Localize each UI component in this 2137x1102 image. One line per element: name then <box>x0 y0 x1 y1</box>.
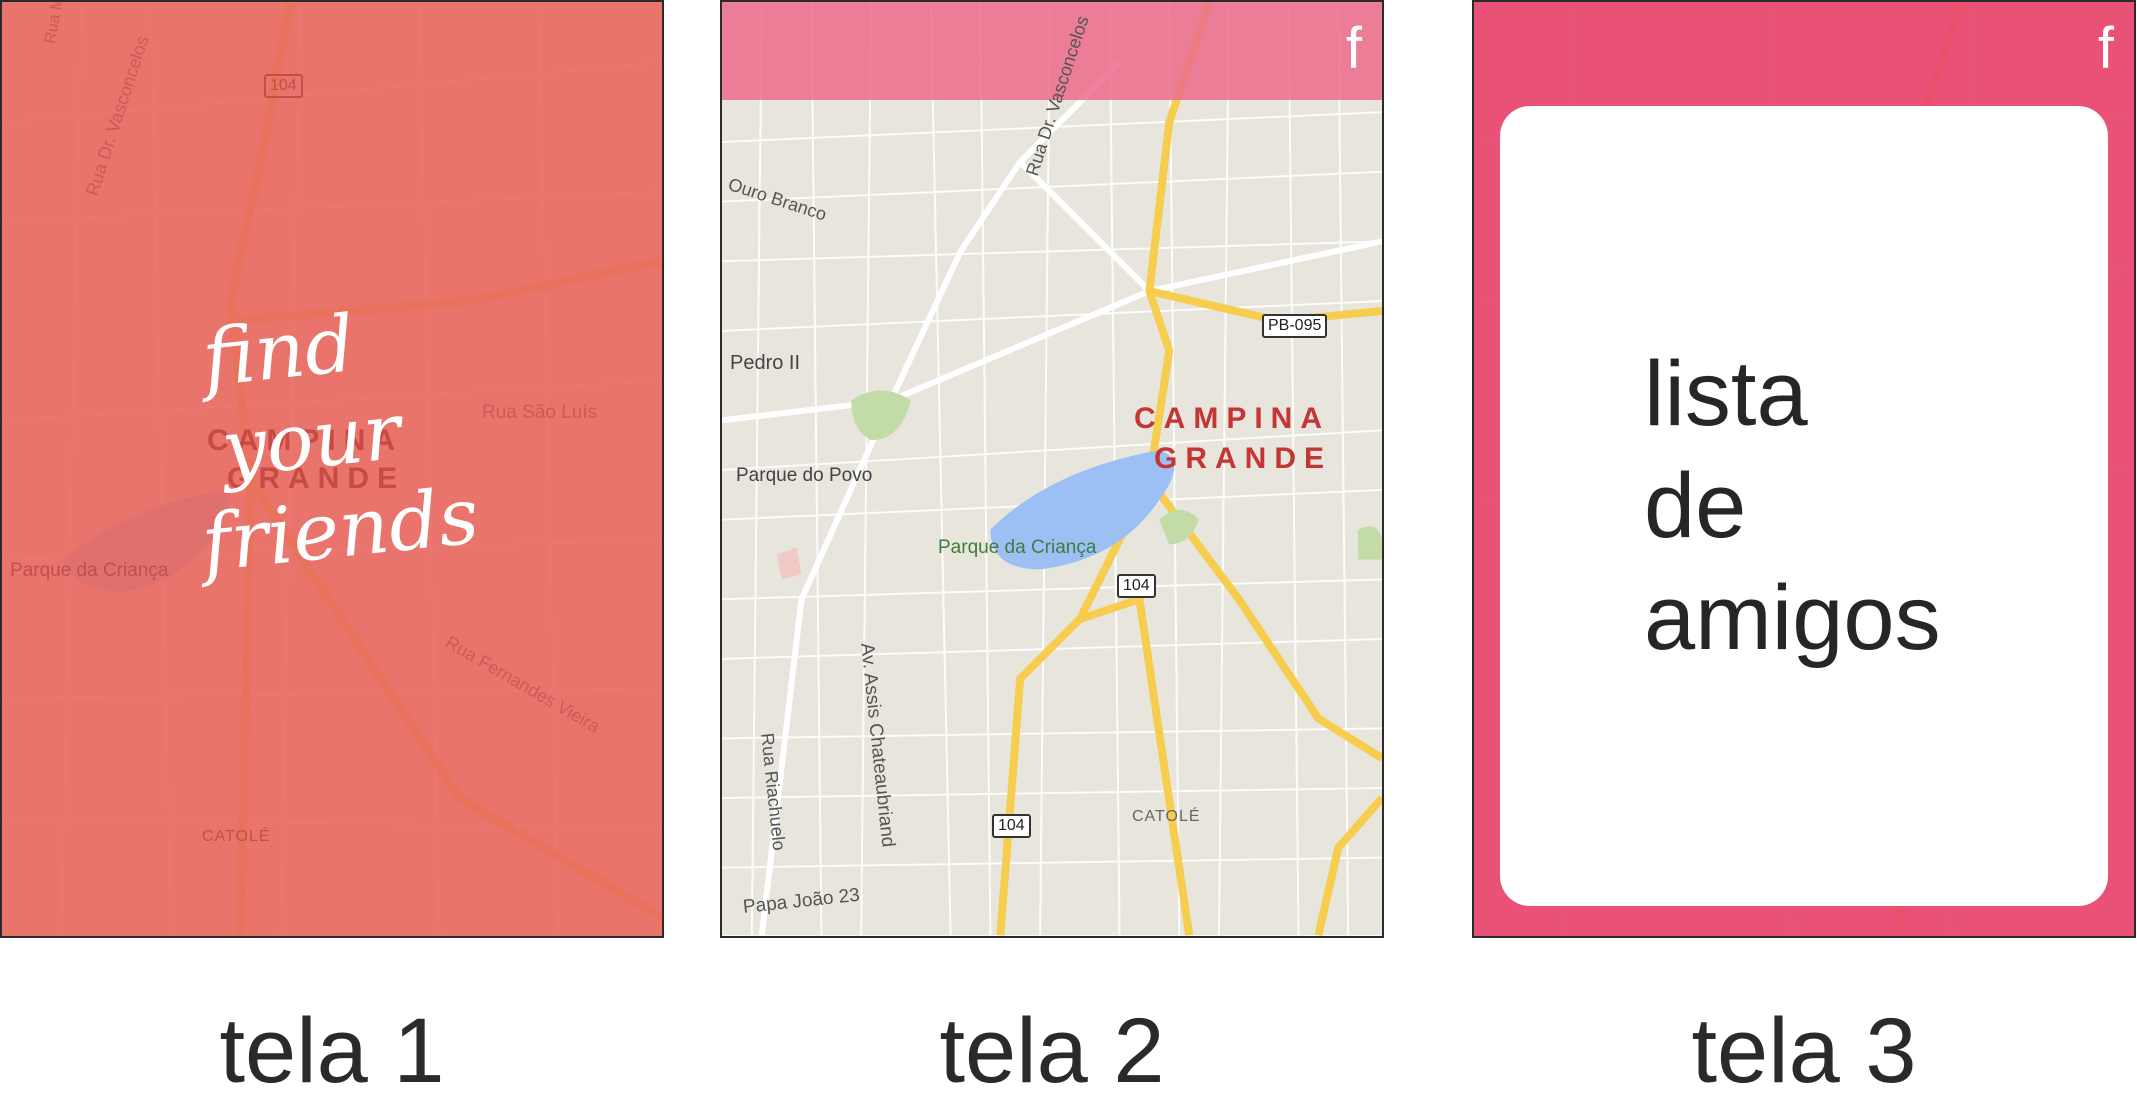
screen-1-caption: tela 1 <box>219 1000 445 1102</box>
road-shield: 104 <box>1117 574 1156 598</box>
facebook-icon[interactable]: f <box>2098 20 2114 78</box>
district-label: CATOLÉ <box>202 828 271 845</box>
district-label: CATOLÉ <box>1132 808 1201 825</box>
card-text-line: lista <box>1644 343 1808 445</box>
card-text-line: amigos <box>1644 567 1941 669</box>
screen-2: f Rua Dr. Vasconcelos Ouro Branco Pedro … <box>720 0 1384 938</box>
road-shield: 104 <box>264 74 303 98</box>
tagline: find your friends <box>158 287 483 593</box>
screen-3-caption: tela 3 <box>1691 1000 1917 1102</box>
road-shield: PB-095 <box>1262 314 1328 338</box>
street-label: Rua São Luís <box>482 402 598 423</box>
city-label: GRANDE <box>1154 442 1333 475</box>
screen-3: f lista de amigos <box>1472 0 2136 938</box>
park-label: Parque da Criança <box>10 560 169 581</box>
park-label: Parque do Povo <box>736 465 873 486</box>
road-shield: 104 <box>992 814 1031 838</box>
screen-1: Rua Manoel Rua Dr. Vasconcelos Rua São L… <box>0 0 664 938</box>
street-label: Pedro II <box>730 352 801 374</box>
friends-list-placeholder: lista de amigos <box>1644 338 1941 674</box>
city-label: CAMPINA <box>1134 402 1330 435</box>
park-label: Parque da Criança <box>938 537 1097 558</box>
screen-2-caption: tela 2 <box>939 1000 1165 1102</box>
friends-list-card[interactable]: lista de amigos <box>1500 106 2108 906</box>
card-text-line: de <box>1644 455 1747 557</box>
facebook-icon[interactable]: f <box>1346 20 1362 78</box>
